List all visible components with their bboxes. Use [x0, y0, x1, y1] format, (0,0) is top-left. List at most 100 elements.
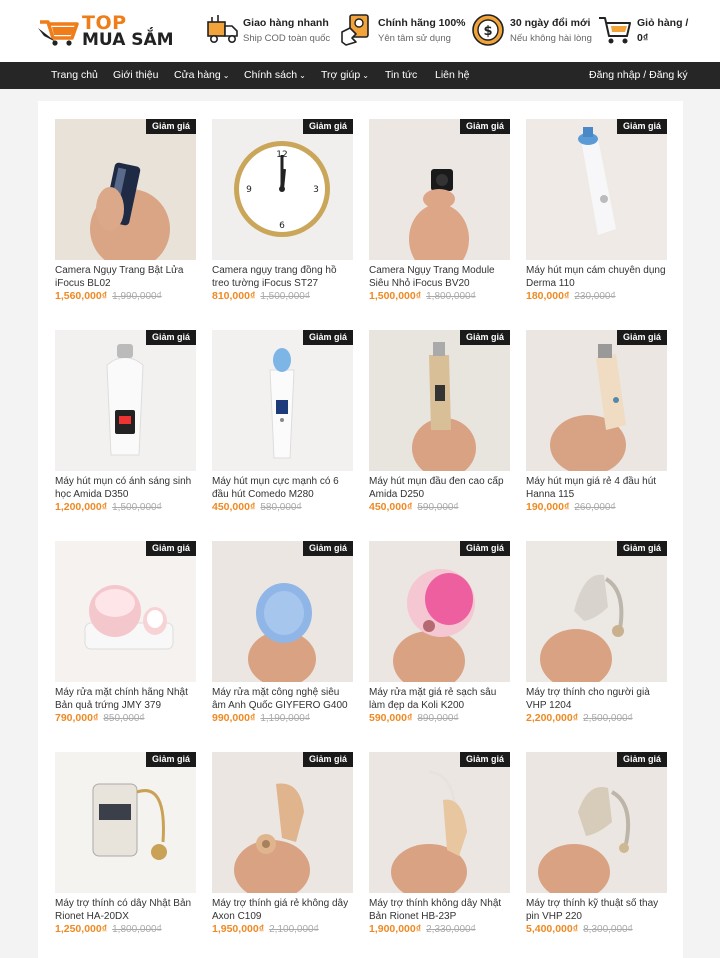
nav-item-about[interactable]: Giới thiệu — [113, 62, 158, 89]
product-card[interactable]: Giảm giá Máy rửa mặt chính hãng Nhật Bản … — [55, 541, 196, 736]
product-name[interactable]: Máy rửa mặt chính hãng Nhật Bản quả trứn… — [55, 687, 196, 712]
product-card[interactable]: Giảm giá Máy hút mụn cực mạnh có 6 đầu hú… — [212, 330, 353, 525]
product-image[interactable]: Giảm giá — [369, 119, 510, 260]
nav-item-help[interactable]: Trợ giúp ⌄ — [321, 62, 369, 89]
product-image[interactable]: Giảm giá — [526, 119, 667, 260]
feature-subtitle: Ship COD toàn quốc — [243, 33, 331, 44]
product-card[interactable]: Giảm giá Máy rửa mặt công nghệ siêu âm An… — [212, 541, 353, 736]
product-image[interactable]: Giảm giá — [55, 119, 196, 260]
product-image[interactable]: Giảm giá — [369, 541, 510, 682]
product-name[interactable]: Máy rửa mặt công nghệ siêu âm Anh Quốc G… — [212, 687, 353, 712]
product-name[interactable]: Máy hút mụn có ánh sáng sinh học Amida D… — [55, 476, 196, 501]
product-photo: 12 3 6 9 — [212, 119, 353, 260]
feature-subtitle: Yên tâm sử dụng — [378, 33, 451, 44]
product-image[interactable]: Giảm giá — [212, 752, 353, 893]
product-card[interactable]: Giảm giá Máy trợ thính cho người già VHP … — [526, 541, 667, 736]
product-image[interactable]: Giảm giá — [212, 330, 353, 471]
product-photo — [212, 541, 353, 682]
product-card[interactable]: Giảm giá Camera Ngụy Trang Bật Lửa iFocus… — [55, 119, 196, 314]
product-name[interactable]: Camera ngụy trang đồng hồ treo tường iFo… — [212, 265, 353, 290]
product-image[interactable]: Giảm giá — [526, 752, 667, 893]
nav-item-label: Tin tức — [385, 69, 418, 81]
nav-item-home[interactable]: Trang chủ — [51, 62, 98, 89]
nav-item-label: Trợ giúp — [321, 69, 361, 81]
logo-text-main: MUA SẮM — [82, 30, 174, 50]
product-card[interactable]: 12 3 6 9 Giảm giá Camera ngụy trang đồng hồ t… — [212, 119, 353, 314]
sale-price: 1,200,000₫ — [55, 501, 108, 513]
sale-badge: Giảm giá — [616, 541, 667, 556]
feature-exchange: $ 30 ngày đổi mới Nếu không hài lòng — [470, 12, 592, 52]
product-name[interactable]: Máy hút mụn cám chuyên dụng Derma 110 — [526, 265, 667, 290]
original-price: 230,000₫ — [574, 291, 616, 302]
svg-text:12: 12 — [276, 150, 287, 160]
nav-item-label: Giới thiệu — [113, 69, 159, 81]
product-photo — [212, 330, 353, 471]
sale-price: 180,000₫ — [526, 290, 570, 302]
product-card[interactable]: Giảm giá Máy trợ thính giá rẻ không dây A… — [212, 752, 353, 947]
product-card[interactable]: Giảm giá Máy trợ thính không dây Nhật Bản… — [369, 752, 510, 947]
money-exchange-icon: $ — [472, 14, 504, 46]
product-photo — [55, 752, 196, 893]
login-register-link[interactable]: Đăng nhập / Đăng ký — [589, 62, 688, 89]
original-price: 890,000₫ — [417, 713, 459, 724]
product-photo — [526, 119, 667, 260]
product-card[interactable]: Giảm giá Máy trợ thính kỹ thuật số thay p… — [526, 752, 667, 947]
product-card[interactable]: Giảm giá Máy rửa mặt giá rẻ sạch sâu làm … — [369, 541, 510, 736]
nav-item-policy[interactable]: Chính sách ⌄ — [244, 62, 306, 89]
product-name[interactable]: Máy rửa mặt giá rẻ sạch sâu làm đẹp da K… — [369, 687, 510, 712]
product-name[interactable]: Camera Ngụy Trang Module Siêu Nhỏ iFocus… — [369, 265, 510, 290]
site-logo[interactable]: TOP MUA SẮM — [38, 12, 174, 52]
sale-price: 2,200,000₫ — [526, 712, 579, 724]
feature-subtitle: Nếu không hài lòng — [510, 33, 592, 44]
feature-genuine: Chính hãng 100% Yên tâm sử dụng — [338, 12, 466, 52]
original-price: 1,800,000₫ — [112, 924, 162, 935]
nav-item-label: Liên hệ — [435, 69, 470, 81]
original-price: 1,500,000₫ — [112, 502, 162, 513]
chevron-down-icon: ⌄ — [299, 71, 306, 80]
chevron-down-icon: ⌄ — [222, 71, 230, 80]
product-card[interactable]: Giảm giá Máy hút mụn cám chuyên dụng Derm… — [526, 119, 667, 314]
nav-item-contact[interactable]: Liên hệ — [435, 62, 469, 89]
product-name[interactable]: Máy trợ thính cho người già VHP 1204 — [526, 687, 667, 712]
product-photo — [212, 752, 353, 893]
original-price: 590,000₫ — [417, 502, 459, 513]
product-image[interactable]: Giảm giá — [55, 541, 196, 682]
sale-badge: Giảm giá — [302, 330, 353, 345]
product-name[interactable]: Máy trợ thính kỹ thuật số thay pin VHP 2… — [526, 898, 667, 923]
product-image[interactable]: 12 3 6 9 Giảm giá — [212, 119, 353, 260]
product-name[interactable]: Máy hút mụn đầu đen cao cấp Amida D250 — [369, 476, 510, 501]
product-price: 790,000₫ 850,000₫ — [55, 712, 145, 724]
sale-badge: Giảm giá — [616, 330, 667, 345]
product-card[interactable]: Giảm giá Máy hút mụn giá rẻ 4 đầu hút Han… — [526, 330, 667, 525]
original-price: 1,800,000₫ — [426, 291, 476, 302]
product-card[interactable]: Giảm giá Máy hút mụn có ánh sáng sinh học… — [55, 330, 196, 525]
product-image[interactable]: Giảm giá — [369, 752, 510, 893]
product-image[interactable]: Giảm giá — [212, 541, 353, 682]
product-name[interactable]: Camera Ngụy Trang Bật Lửa iFocus BL02 — [55, 265, 196, 290]
product-photo — [526, 752, 667, 893]
product-name[interactable]: Máy hút mụn giá rẻ 4 đầu hút Hanna 115 — [526, 476, 667, 501]
product-image[interactable]: Giảm giá — [526, 330, 667, 471]
product-name[interactable]: Máy trợ thính không dây Nhật Bản Rionet … — [369, 898, 510, 923]
original-price: 260,000₫ — [574, 502, 616, 513]
sale-price: 810,000₫ — [212, 290, 256, 302]
cart-link[interactable]: Giỏ hàng / 0₫ — [597, 12, 717, 52]
product-image[interactable]: Giảm giá — [55, 330, 196, 471]
cart-logo-icon — [38, 20, 79, 46]
product-card[interactable]: Giảm giá Máy trợ thính có dây Nhật Bản Ri… — [55, 752, 196, 947]
product-name[interactable]: Máy hút mụn cực mạnh có 6 đầu hút Comedo… — [212, 476, 353, 501]
product-image[interactable]: Giảm giá — [55, 752, 196, 893]
sale-badge: Giảm giá — [616, 752, 667, 767]
sale-price: 1,950,000₫ — [212, 923, 265, 935]
product-image[interactable]: Giảm giá — [369, 330, 510, 471]
original-price: 1,500,000₫ — [260, 291, 310, 302]
product-name[interactable]: Máy trợ thính giá rẻ không dây Axon C109 — [212, 898, 353, 923]
product-name[interactable]: Máy trợ thính có dây Nhật Bản Rionet HA-… — [55, 898, 196, 923]
product-card[interactable]: Giảm giá Máy hút mụn đầu đen cao cấp Amid… — [369, 330, 510, 525]
nav-item-news[interactable]: Tin tức — [385, 62, 417, 89]
sale-badge: Giảm giá — [302, 752, 353, 767]
product-image[interactable]: Giảm giá — [526, 541, 667, 682]
cart-title: Giỏ hàng / — [637, 17, 689, 29]
product-card[interactable]: Giảm giá Camera Ngụy Trang Module Siêu Nh… — [369, 119, 510, 314]
nav-item-store[interactable]: Cửa hàng ⌄ — [174, 62, 229, 89]
